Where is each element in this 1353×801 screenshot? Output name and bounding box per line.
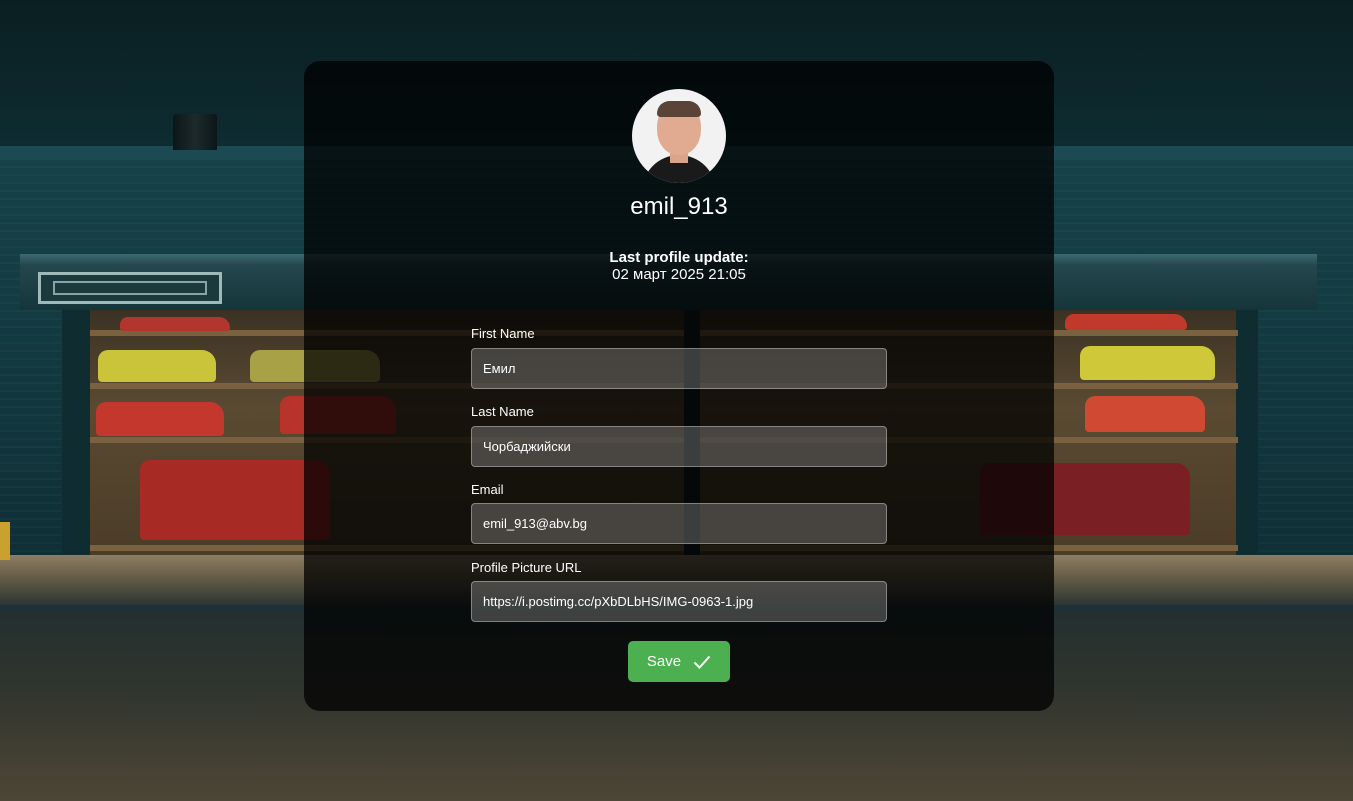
username: emil_913 xyxy=(630,193,728,220)
avatar xyxy=(632,89,726,183)
first-name-input[interactable] xyxy=(471,348,887,389)
last-name-input[interactable] xyxy=(471,426,887,467)
email-label: Email xyxy=(471,482,504,497)
save-button[interactable]: Save xyxy=(628,641,730,682)
last-update-label: Last profile update: xyxy=(609,249,749,266)
last-name-label: Last Name xyxy=(471,404,534,419)
email-input[interactable] xyxy=(471,503,887,544)
picture-url-input[interactable] xyxy=(471,581,887,622)
last-update-value: 02 март 2025 21:05 xyxy=(612,266,746,283)
first-name-label: First Name xyxy=(471,326,535,341)
picture-url-label: Profile Picture URL xyxy=(471,560,582,575)
save-button-label: Save xyxy=(646,653,682,670)
check-icon xyxy=(693,654,711,670)
profile-card: emil_913 Last profile update: 02 март 20… xyxy=(304,61,1054,711)
